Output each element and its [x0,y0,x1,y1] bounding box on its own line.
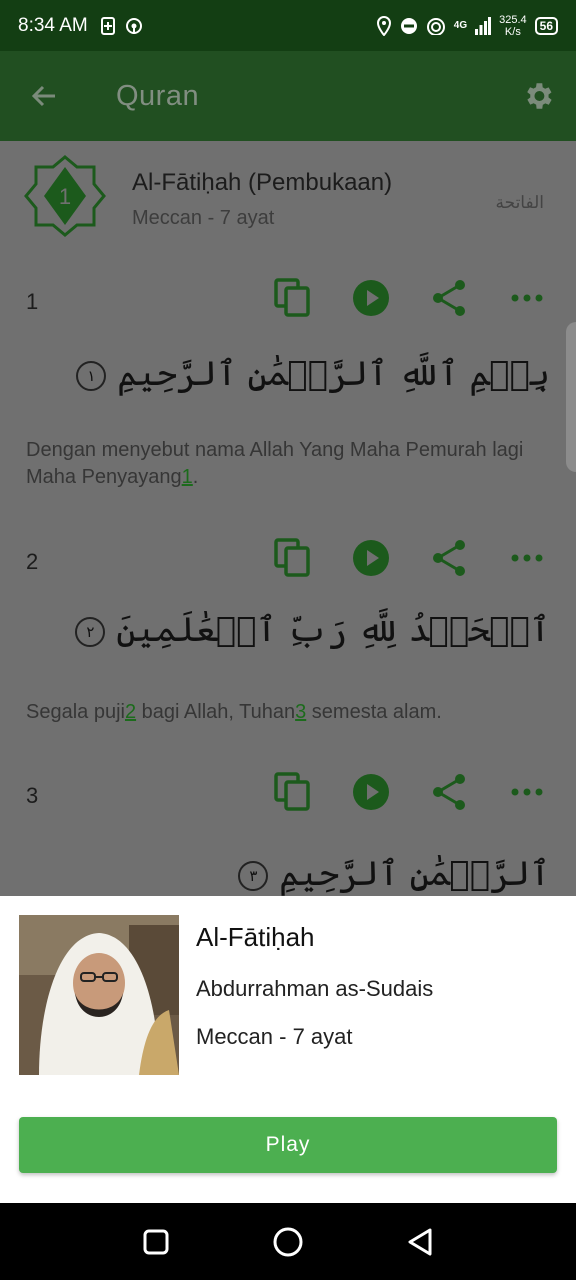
gear-icon [527,83,552,109]
home-circle-icon [273,1227,303,1256]
battery-indicator: 56 [534,16,558,35]
do-not-disturb-icon [400,17,417,34]
location-icon [376,15,391,36]
share-icon [433,280,465,316]
surah-meta: Meccan - 7 ayat [132,207,275,229]
status-time: 8:34 AM [18,14,88,36]
verse-number: 2 [26,549,39,574]
hotspot-icon [125,17,142,34]
status-bar: 8:34 AM 4G 325.4 K/s 56 [0,0,576,51]
network-type: 4G [453,20,468,31]
share-icon [433,540,465,576]
play-verse-button[interactable] [350,771,392,813]
back-triangle-icon [408,1228,432,1255]
share-button[interactable] [428,277,470,319]
app-title: Quran [116,79,200,112]
back-nav-button[interactable] [398,1220,442,1264]
more-options-button[interactable] [506,537,548,579]
play-verse-button[interactable] [350,537,392,579]
surah-name: Al-Fātiḥah (Pembukaan) [132,169,393,196]
wifi-calling-icon [426,17,445,35]
play-button[interactable]: Play [19,1117,557,1173]
verse-translation: Dengan menyebut nama Allah Yang Maha Pem… [26,439,524,488]
copy-icon [274,278,310,317]
app-bar: Quran [0,51,576,141]
verse-number: 1 [26,289,39,314]
arrow-back-icon [31,85,55,107]
settings-button[interactable] [516,74,560,118]
copy-button[interactable] [272,537,314,579]
surah-arabic-name: الفاتحة [495,193,544,213]
recents-square-icon [143,1229,169,1254]
play-circle-icon [353,280,389,316]
copy-button[interactable] [272,771,314,813]
surah-number-badge: 1 [24,155,106,237]
fast-scroll-handle[interactable] [566,322,576,472]
recents-button[interactable] [134,1220,178,1264]
verse-arabic-text: ٱلۡحَمۡدُ لِلَّهِ رَبِّ ٱلۡعَٰلَمِينَ ٢ [67,609,550,650]
reciter-photo [19,915,179,1075]
footnote-link[interactable]: 2 [125,701,136,723]
more-horizontal-icon [511,294,543,302]
network-speed: 325.4 K/s [499,13,527,38]
more-options-button[interactable] [506,771,548,813]
copy-icon [274,772,310,811]
player-surah-meta: Meccan - 7 ayat [196,1024,353,1049]
more-horizontal-icon [511,788,543,796]
surah-number: 1 [59,184,71,209]
home-button[interactable] [266,1220,310,1264]
system-navigation-bar [0,1203,576,1280]
more-horizontal-icon [511,554,543,562]
share-button[interactable] [428,771,470,813]
ayah-end-marker: ٢ [75,617,106,647]
verse-arabic-text: ٱلرَّحۡمَٰنِ ٱلرَّحِيمِ ٣ [230,853,550,894]
verse-number: 3 [26,783,39,808]
player-surah-title: Al-Fātiḥah [196,922,315,952]
back-button[interactable] [14,66,74,126]
verse-arabic-text: بِسۡمِ ٱللَّهِ ٱلرَّحۡمَٰنِ ٱلرَّحِيمِ ١ [68,353,550,394]
play-verse-button[interactable] [350,277,392,319]
share-button[interactable] [428,537,470,579]
play-circle-icon [353,540,389,576]
ayah-end-marker: ١ [76,361,107,391]
verse-list[interactable]: 1 Al-Fātiḥah (Pembukaan) Meccan - 7 ayat… [0,141,576,896]
play-circle-icon [353,774,389,810]
signal-icon [475,16,492,35]
ayah-end-marker: ٣ [238,861,269,891]
audio-player-sheet: Al-Fātiḥah Abdurrahman as-Sudais Meccan … [0,896,576,1203]
battery-saver-icon [100,16,115,35]
surah-header: 1 Al-Fātiḥah (Pembukaan) Meccan - 7 ayat… [24,155,552,245]
verse-translation: Segala puji2 bagi Allah, Tuhan3 semesta … [26,701,442,723]
more-options-button[interactable] [506,277,548,319]
footnote-link[interactable]: 1 [182,466,193,488]
footnote-link[interactable]: 3 [295,701,306,723]
copy-icon [274,538,310,577]
copy-button[interactable] [272,277,314,319]
player-reciter-name: Abdurrahman as-Sudais [196,976,434,1001]
share-icon [433,774,465,810]
